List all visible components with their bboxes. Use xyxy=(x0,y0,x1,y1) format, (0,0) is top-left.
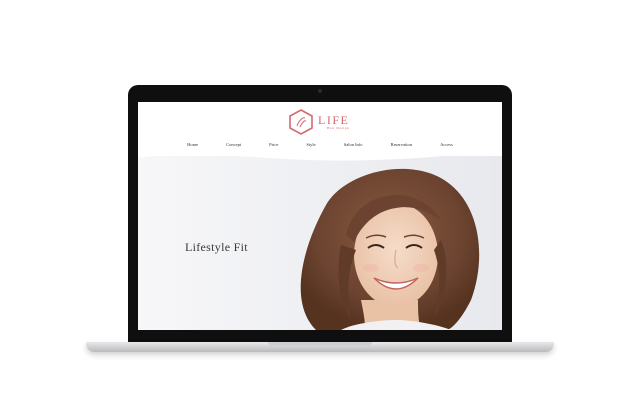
nav-price[interactable]: Price xyxy=(255,142,292,147)
webcam xyxy=(318,89,322,93)
nav-salon-info[interactable]: Salon Info xyxy=(330,142,377,147)
logo-wordmark: LIFE xyxy=(318,112,350,127)
logo-subtitle: Hair Design xyxy=(326,125,350,130)
site-logo[interactable]: LIFE Hair Design xyxy=(288,108,349,136)
laptop-screen: LIFE Hair Design Home Concept Price Styl… xyxy=(138,102,502,330)
nav-access[interactable]: Access xyxy=(426,142,467,147)
site-header: LIFE Hair Design Home Concept Price Styl… xyxy=(138,102,502,156)
nav-style[interactable]: Style xyxy=(292,142,329,147)
nav-reservation[interactable]: Reservation xyxy=(377,142,427,147)
hero-title: Lifestyle Fit xyxy=(185,240,248,254)
nav-concept[interactable]: Concept xyxy=(212,142,255,147)
laptop-frame: LIFE Hair Design Home Concept Price Styl… xyxy=(128,85,512,347)
nav-home[interactable]: Home xyxy=(173,142,212,147)
main-nav: Home Concept Price Style Salon Info Rese… xyxy=(138,142,502,147)
hexagon-logo-icon xyxy=(289,109,313,135)
laptop-base-notch xyxy=(268,342,372,346)
